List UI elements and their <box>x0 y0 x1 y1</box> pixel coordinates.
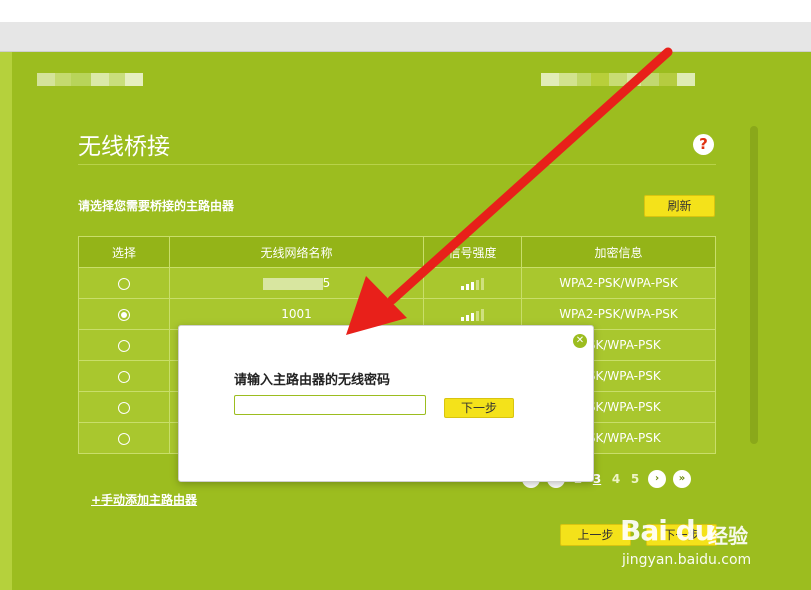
row-ssid-cell: 5 <box>169 267 424 299</box>
radio-button[interactable] <box>118 401 130 414</box>
dialog-next-button[interactable]: 下一步 <box>444 398 514 418</box>
page-link-5[interactable]: 5 <box>629 472 641 486</box>
radio-button[interactable] <box>118 277 130 290</box>
ssid-blurred <box>262 277 323 290</box>
password-input[interactable] <box>234 395 426 415</box>
password-prompt: 请输入主路由器的无线密码 <box>234 373 391 388</box>
radio-button[interactable] <box>118 432 130 445</box>
password-dialog: ✕ 请输入主路由器的无线密码 下一步 <box>178 325 594 482</box>
top-nav-left-blurred[interactable] <box>37 73 143 86</box>
header-select: 选择 <box>78 236 170 268</box>
next-page-icon[interactable]: › <box>648 470 666 488</box>
table-row[interactable]: 5 WPA2-PSK/WPA-PSK <box>78 267 716 299</box>
row-encryption-cell: WPA2-PSK/WPA-PSK <box>521 267 716 299</box>
refresh-button[interactable]: 刷新 <box>644 195 715 217</box>
row-select-cell <box>78 360 170 392</box>
row-select-cell <box>78 391 170 423</box>
header-ssid: 无线网络名称 <box>169 236 424 268</box>
row-select-cell <box>78 267 170 299</box>
radio-button[interactable] <box>118 370 130 383</box>
signal-strength-icon <box>461 308 484 321</box>
ssid-label: 1001 <box>281 307 312 321</box>
page-scrollbar[interactable] <box>750 126 758 444</box>
left-strip <box>0 52 12 590</box>
baidu-logo: Bai du <box>620 514 715 547</box>
row-signal-cell <box>423 267 522 299</box>
radio-button[interactable] <box>118 308 130 321</box>
header-encryption: 加密信息 <box>521 236 716 268</box>
row-select-cell <box>78 422 170 454</box>
close-icon[interactable]: ✕ <box>573 334 587 348</box>
baidu-jingyan-watermark: Bai du 经验 jingyan.baidu.com <box>620 506 770 586</box>
browser-toolbar <box>0 22 811 52</box>
top-nav-right-blurred[interactable] <box>541 73 695 86</box>
add-router-manually-link[interactable]: +手动添加主路由器 <box>91 491 197 508</box>
row-select-cell <box>78 329 170 361</box>
title-divider <box>78 164 716 165</box>
watermark-brand: 经验 <box>708 524 748 548</box>
watermark-url: jingyan.baidu.com <box>622 552 752 568</box>
ssid-label: 5 <box>322 276 331 290</box>
last-page-icon[interactable]: » <box>673 470 691 488</box>
select-router-prompt: 请选择您需要桥接的主路由器 <box>78 199 235 213</box>
table-header-row: 选择 无线网络名称 信号强度 加密信息 <box>78 236 716 268</box>
page-link-4[interactable]: 4 <box>610 472 622 486</box>
row-select-cell <box>78 298 170 330</box>
header-signal: 信号强度 <box>423 236 522 268</box>
radio-button[interactable] <box>118 339 130 352</box>
browser-top-area <box>0 0 811 22</box>
help-icon[interactable]: ? <box>693 134 714 155</box>
signal-strength-icon <box>461 277 484 290</box>
page-title: 无线桥接 <box>78 134 170 160</box>
